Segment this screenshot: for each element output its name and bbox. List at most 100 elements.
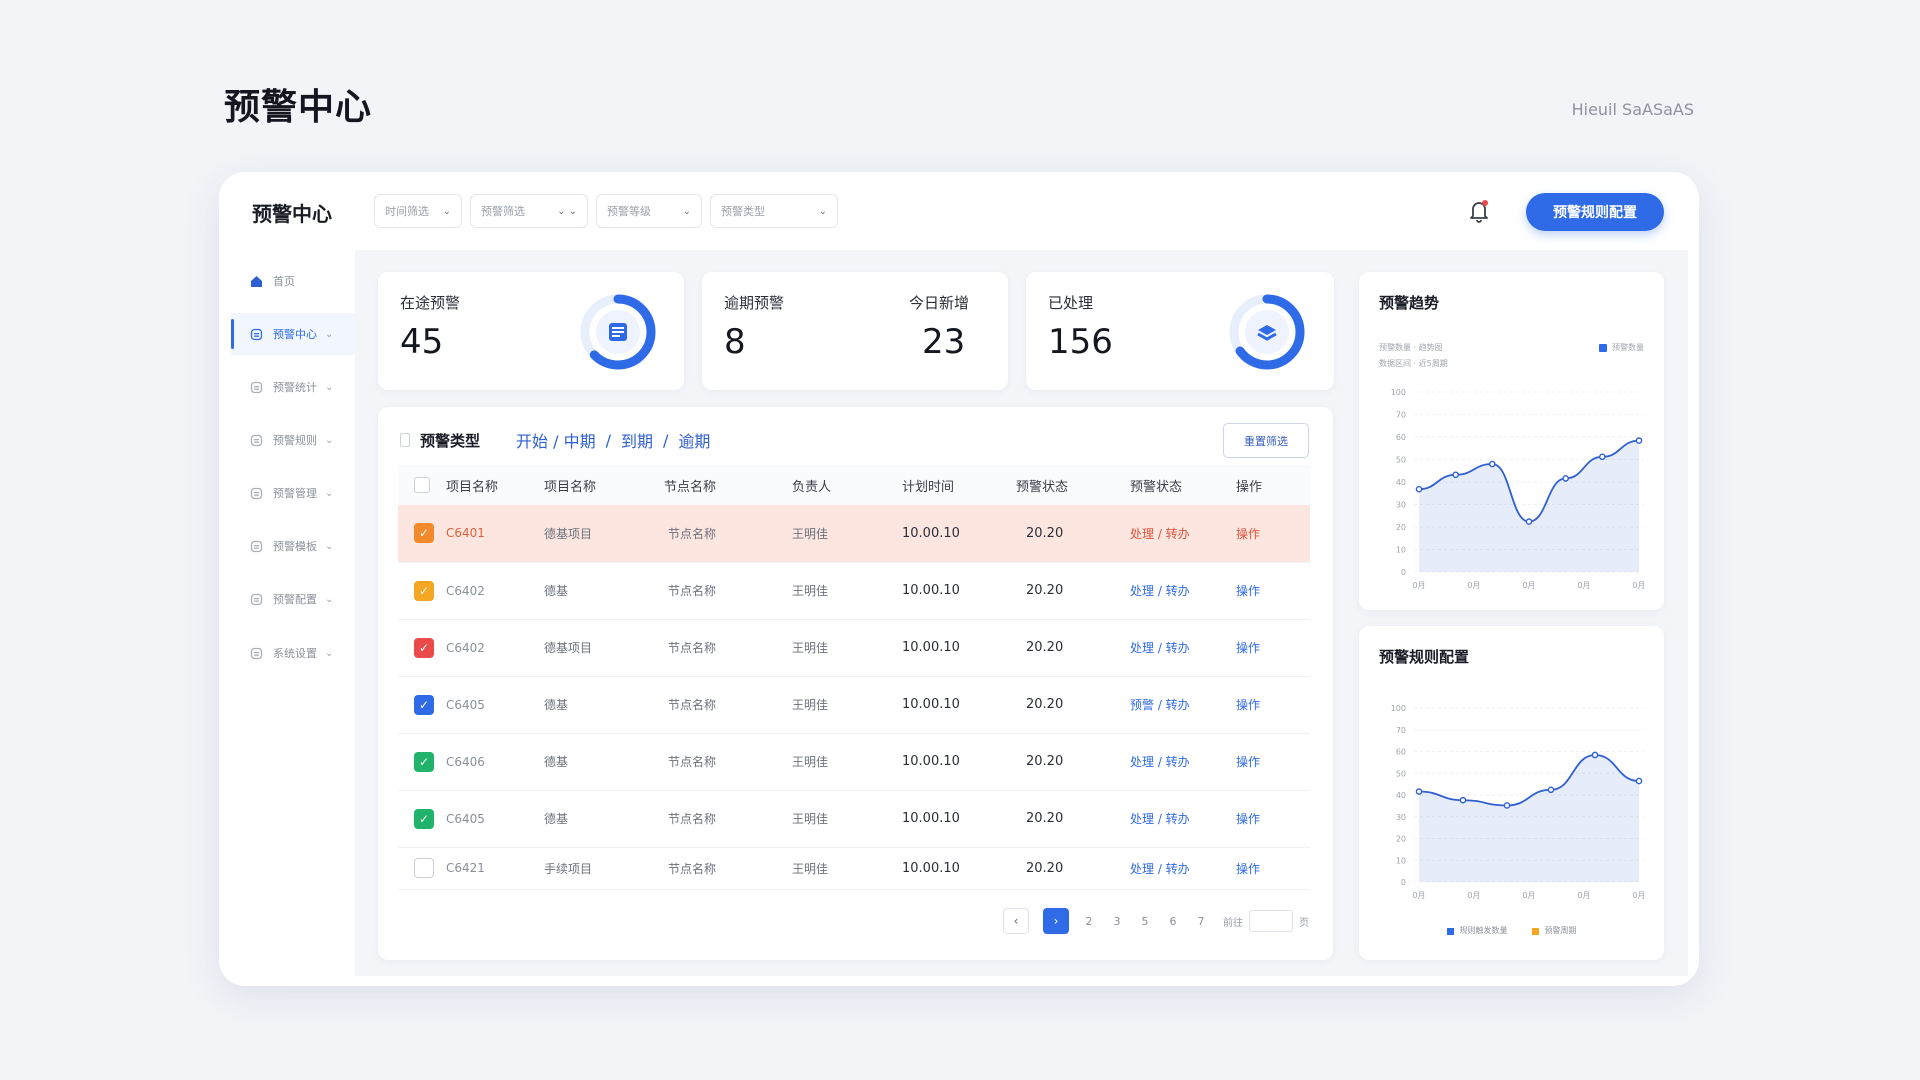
chevron-down-icon: ⌄ bbox=[442, 205, 451, 217]
project-code: C6402 bbox=[446, 583, 485, 598]
brand-text: Hieuil SaASaAS bbox=[1571, 100, 1694, 119]
sidebar-title: 预警中心 bbox=[252, 202, 332, 226]
operation-link[interactable]: 操作 bbox=[1236, 812, 1260, 826]
y-tick-label: 70 bbox=[1396, 726, 1406, 735]
column-header[interactable]: 项目名称 bbox=[434, 465, 544, 505]
data-point bbox=[1591, 751, 1599, 759]
current-page-button[interactable]: › bbox=[1043, 908, 1069, 934]
table-row[interactable]: ✓ C6402 德基项目 节点名称 王明佳 10.00.10 20.20 处理 / 转办 操作 bbox=[398, 619, 1310, 677]
table-row[interactable]: ✓ C6405 德基 节点名称 王明佳 10.00.10 20.20 处理 / 转办 操作 bbox=[398, 790, 1310, 848]
x-tick-label: 0月 bbox=[1522, 581, 1535, 590]
stat-value: 8 bbox=[724, 322, 746, 362]
sidebar-item[interactable]: 预警模板 ⌄ bbox=[231, 525, 355, 567]
node-name: 节点名称 bbox=[668, 755, 717, 769]
row-checkbox[interactable]: ✓ bbox=[414, 637, 434, 658]
sidebar-item-label: 首页 bbox=[273, 275, 295, 288]
table-row[interactable]: ✓ C6405 德基 节点名称 王明佳 10.00.10 20.20 预警 / 转办 操作 bbox=[398, 676, 1310, 734]
page-number[interactable]: 5 bbox=[1131, 915, 1159, 928]
legend-label: 规则触发数量 bbox=[1459, 926, 1508, 935]
column-header[interactable]: 项目名称 bbox=[544, 465, 664, 505]
page-number[interactable]: 6 bbox=[1159, 915, 1187, 928]
column-header[interactable]: 操作 bbox=[1236, 465, 1310, 505]
status-action-link[interactable]: 处理 / 转办 bbox=[1130, 862, 1190, 876]
reset-filter-button[interactable]: 重置筛选 bbox=[1223, 423, 1309, 458]
y-tick-label: 40 bbox=[1396, 791, 1406, 800]
operation-link[interactable]: 操作 bbox=[1236, 862, 1260, 876]
y-tick-label: 10 bbox=[1396, 546, 1406, 555]
y-tick-label: 0 bbox=[1401, 568, 1406, 577]
project-code: C6405 bbox=[446, 811, 485, 826]
stage-link-start-mid[interactable]: 开始 / 中期 bbox=[516, 428, 596, 452]
stage-link-due[interactable]: 到期 bbox=[621, 428, 653, 452]
row-checkbox[interactable]: ✓ bbox=[414, 751, 434, 772]
column-header[interactable]: 节点名称 bbox=[664, 465, 786, 505]
type-checkbox[interactable] bbox=[400, 433, 410, 447]
status-action-link[interactable]: 处理 / 转办 bbox=[1130, 584, 1190, 598]
status-action-link[interactable]: 处理 / 转办 bbox=[1130, 812, 1190, 826]
data-point bbox=[1635, 777, 1643, 785]
bell-icon[interactable] bbox=[1467, 198, 1491, 224]
column-header[interactable]: 计划时间 bbox=[902, 465, 1016, 505]
table-row[interactable]: ✓ C6402 德基 节点名称 王明佳 10.00.10 20.20 处理 / 转办 操作 bbox=[398, 562, 1310, 620]
node-name: 节点名称 bbox=[668, 641, 717, 655]
y-tick-label: 70 bbox=[1396, 411, 1406, 420]
row-checkbox[interactable]: ✓ bbox=[414, 694, 434, 715]
sidebar-item[interactable]: 预警统计 ⌄ bbox=[231, 366, 355, 408]
legend-label: 预警周期 bbox=[1544, 926, 1577, 935]
alert-filter-select[interactable]: 预警筛选 ⌄ ⌄ bbox=[470, 194, 588, 228]
row-checkbox[interactable] bbox=[414, 858, 434, 878]
operation-link[interactable]: 操作 bbox=[1236, 755, 1260, 769]
stat-label: 逾期预警 bbox=[724, 294, 785, 312]
status-action-link[interactable]: 处理 / 转办 bbox=[1130, 755, 1190, 769]
table-row[interactable]: C6421 手续项目 节点名称 王明佳 10.00.10 20.20 处理 / 转办 操作 bbox=[398, 847, 1310, 890]
column-header[interactable]: 预警状态 bbox=[1130, 465, 1236, 505]
operation-link[interactable]: 操作 bbox=[1236, 641, 1260, 655]
sidebar-item[interactable]: 系统设置 ⌄ bbox=[231, 632, 355, 674]
alert-level-select[interactable]: 预警等级 ⌄ bbox=[596, 194, 702, 228]
sidebar-item[interactable]: 首页 bbox=[231, 260, 355, 302]
row-checkbox[interactable]: ✓ bbox=[414, 523, 434, 544]
page-title: 预警中心 bbox=[224, 87, 373, 128]
page-number[interactable]: 2 bbox=[1075, 915, 1103, 928]
alert-value: 20.20 bbox=[1026, 697, 1064, 712]
column-header[interactable]: 预警状态 bbox=[1016, 465, 1130, 505]
node-name: 节点名称 bbox=[668, 698, 717, 712]
operation-link[interactable]: 操作 bbox=[1236, 527, 1260, 541]
table-card-header: 预警类型 开始 / 中期 / 到期 / 逾期 bbox=[400, 425, 710, 455]
trend-panel: 预警趋势 预警数量 · 趋势图 数据区间 · 近5周期 预警数量 0 10 20 30… bbox=[1359, 272, 1664, 610]
status-action-link[interactable]: 预警 / 转办 bbox=[1130, 698, 1190, 712]
status-action-link[interactable]: 处理 / 转办 bbox=[1130, 527, 1190, 541]
table-row[interactable]: ✓ C6406 德基 节点名称 王明佳 10.00.10 20.20 处理 / 转办 操作 bbox=[398, 733, 1310, 791]
alert-table: 项目名称 项目名称 节点名称 负责人 计划时间 预警状态 预警状态 操作 ✓ C6… bbox=[398, 465, 1310, 890]
sidebar-item[interactable]: 预警规则 ⌄ bbox=[231, 419, 355, 461]
page-number[interactable]: 3 bbox=[1103, 915, 1131, 928]
rules-config-panel: 预警规则配置 0 10 20 30 40 50 60 70 100 0月 0月 0月 0月 0月 规则触发… bbox=[1359, 626, 1664, 960]
stage-link-overdue[interactable]: 逾期 bbox=[678, 428, 710, 452]
node-name: 节点名称 bbox=[668, 526, 717, 541]
status-action-link[interactable]: 处理 / 转办 bbox=[1130, 641, 1190, 655]
alert-type-select[interactable]: 预警类型 ⌄ bbox=[710, 194, 838, 228]
pagination: ‹ › 2 3 5 6 7 前往 页 bbox=[1003, 908, 1309, 934]
sidebar-item[interactable]: 预警中心 ⌄ bbox=[231, 313, 355, 355]
x-tick-label: 0月 bbox=[1577, 891, 1590, 900]
sidebar-item[interactable]: 预警配置 ⌄ bbox=[231, 578, 355, 620]
row-checkbox[interactable]: ✓ bbox=[414, 580, 434, 601]
alert-rule-config-button[interactable]: 预警规则配置 bbox=[1526, 193, 1664, 231]
prev-page-button[interactable]: ‹ bbox=[1003, 908, 1029, 934]
row-checkbox[interactable]: ✓ bbox=[414, 808, 434, 829]
time-filter-select[interactable]: 时间筛选 ⌄ bbox=[374, 194, 462, 228]
operation-link[interactable]: 操作 bbox=[1236, 584, 1260, 598]
operation-link[interactable]: 操作 bbox=[1236, 698, 1260, 712]
sidebar-item[interactable]: 预警管理 ⌄ bbox=[231, 472, 355, 514]
table-row[interactable]: ✓ C6401 德基项目 节点名称 王明佳 10.00.10 20.20 处理 / 转办 操作 bbox=[398, 505, 1310, 563]
page-number[interactable]: 7 bbox=[1187, 915, 1215, 928]
goto-page-input[interactable] bbox=[1249, 910, 1293, 932]
owner-name: 王明佳 bbox=[792, 861, 829, 876]
column-header[interactable]: 负责人 bbox=[786, 465, 902, 505]
select-all-checkbox[interactable] bbox=[414, 477, 430, 493]
owner-name: 王明佳 bbox=[792, 526, 829, 541]
y-tick-label: 60 bbox=[1396, 748, 1406, 757]
data-point bbox=[1415, 788, 1423, 795]
project-name: 德基 bbox=[544, 584, 569, 598]
owner-name: 王明佳 bbox=[792, 641, 829, 655]
